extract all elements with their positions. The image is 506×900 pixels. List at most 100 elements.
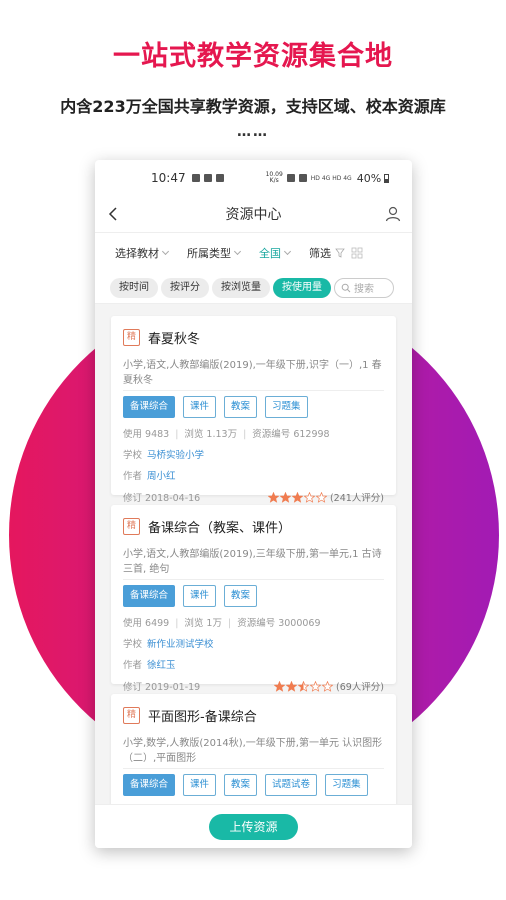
status-time: 10:47: [151, 171, 186, 185]
featured-badge: 精: [123, 517, 140, 535]
card-rating: (69人评分): [273, 679, 384, 693]
star-full-icon: [279, 491, 291, 503]
card-description: 小学,语文,人教部编版(2019),一年级下册,识字（一）,1 春夏秋冬: [123, 358, 384, 391]
card-school: 学校 新作业测试学校: [123, 636, 384, 650]
notification-icon: [203, 174, 212, 182]
resource-code: 资源编号 3000069: [237, 618, 321, 629]
star-empty-icon: [321, 680, 333, 692]
resource-card[interactable]: 精 春夏秋冬 小学,语文,人教部编版(2019),一年级下册,识字（一）,1 春…: [111, 316, 396, 504]
use-count: 使用 6499: [123, 618, 170, 629]
funnel-icon: [335, 248, 345, 258]
use-count: 使用 9483: [123, 429, 170, 440]
sort-bar: 按时间 按评分 按浏览量 按使用量 搜索: [95, 272, 412, 304]
phone-screen: 10:47 10.09 K/s HD 4G HD 4G 40% 资源中心 选择教…: [95, 160, 412, 848]
revised-date: 修订 2019-01-19: [123, 682, 201, 693]
upload-button[interactable]: 上传资源: [209, 813, 298, 840]
sort-by-rating[interactable]: 按评分: [161, 277, 209, 298]
filter-type-label: 所属类型: [187, 246, 231, 260]
star-full-icon: [291, 491, 303, 503]
wifi-icon: [298, 174, 307, 182]
view-count: 浏览 1.13万: [184, 429, 238, 440]
promo-dots: ……: [237, 124, 269, 140]
type-button-lesson-plan[interactable]: 教案: [224, 396, 258, 418]
card-description: 小学,语文,人教部编版(2019),三年级下册,第一单元,1 古诗三首, 绝句: [123, 547, 384, 580]
promo-subline: 内含223万全国共享教学资源，支持区域、校本资源库: [60, 97, 446, 116]
search-icon: [341, 283, 351, 292]
status-bar: 10:47 10.09 K/s HD 4G HD 4G 40%: [95, 160, 412, 196]
image-icon: [215, 174, 224, 182]
school-label: 学校: [123, 450, 143, 461]
page-title: 资源中心: [225, 207, 282, 223]
author-label: 作者: [123, 660, 143, 671]
card-type-buttons: 备课综合 课件 教案 习题集: [123, 396, 384, 418]
resource-code: 资源编号 612998: [252, 429, 330, 440]
type-button-courseware[interactable]: 课件: [183, 396, 217, 418]
author-label: 作者: [123, 471, 143, 482]
school-link[interactable]: 马桥实验小学: [147, 450, 204, 461]
nav-bar: 资源中心: [95, 196, 412, 232]
type-button-courseware[interactable]: 课件: [183, 585, 217, 607]
featured-badge: 精: [123, 328, 140, 346]
filter-textbook-label: 选择教材: [115, 246, 159, 260]
card-author: 作者 徐红玉: [123, 657, 384, 671]
filter-type[interactable]: 所属类型: [187, 245, 242, 261]
type-button-lesson-plan[interactable]: 教案: [224, 585, 258, 607]
filter-region-label: 全国: [259, 246, 281, 260]
school-link[interactable]: 新作业测试学校: [147, 639, 214, 650]
battery-level: 40%: [356, 171, 382, 185]
network-speed: 10.09 K/s: [266, 172, 283, 184]
author-link[interactable]: 周小红: [147, 471, 176, 482]
revised-date: 修订 2018-04-16: [123, 493, 201, 504]
search-input[interactable]: 搜索: [334, 277, 394, 298]
promo-headline: 一站式教学资源集合地: [113, 41, 393, 72]
grid-view-icon[interactable]: [351, 247, 363, 259]
card-title[interactable]: 春夏秋冬: [148, 328, 200, 347]
rating-count: (69人评分): [335, 682, 384, 693]
type-button-exercises[interactable]: 习题集: [325, 774, 368, 796]
bottom-bar: 上传资源: [95, 804, 412, 848]
chevron-left-icon[interactable]: [105, 205, 123, 223]
speed-unit: K/s: [269, 177, 279, 184]
star-full-icon: [285, 680, 297, 692]
type-button-lesson-plan[interactable]: 教案: [224, 774, 258, 796]
filter-bar: 选择教材 所属类型 全国 筛选: [95, 232, 412, 272]
type-button-courseware[interactable]: 课件: [183, 774, 217, 796]
card-description: 小学,数学,人教版(2014秋),一年级下册,第一单元 认识图形（二）,平面图形: [123, 736, 384, 769]
card-rating: (241人评分): [267, 490, 384, 504]
card-title[interactable]: 备课综合（教案、课件）: [148, 517, 291, 536]
sort-by-views[interactable]: 按浏览量: [212, 277, 270, 298]
author-link[interactable]: 徐红玉: [147, 660, 176, 671]
star-half-icon: [297, 680, 309, 692]
card-stats: 使用 6499 | 浏览 1万 | 资源编号 3000069: [123, 618, 321, 629]
filter-screen-label: 筛选: [309, 246, 331, 260]
star-empty-icon: [309, 680, 321, 692]
network-type: HD 4G HD 4G: [310, 174, 352, 182]
rating-stars: [267, 491, 328, 503]
promo-page: 一站式教学资源集合地 内含223万全国共享教学资源，支持区域、校本资源库 …… …: [0, 0, 506, 900]
type-button-prep[interactable]: 备课综合: [123, 585, 176, 607]
chevron-down-icon: [233, 247, 242, 255]
star-full-icon: [267, 491, 279, 503]
type-button-prep[interactable]: 备课综合: [123, 396, 176, 418]
card-type-buttons: 备课综合 课件 教案: [123, 585, 384, 607]
sort-by-usage[interactable]: 按使用量: [273, 277, 331, 298]
star-full-icon: [273, 680, 285, 692]
filter-region[interactable]: 全国: [259, 245, 292, 261]
resource-card[interactable]: 精 备课综合（教案、课件） 小学,语文,人教部编版(2019),三年级下册,第一…: [111, 505, 396, 693]
card-stats: 使用 9483 | 浏览 1.13万 | 资源编号 612998: [123, 429, 330, 440]
type-button-prep[interactable]: 备课综合: [123, 774, 176, 796]
featured-badge: 精: [123, 706, 140, 724]
type-button-exercises[interactable]: 习题集: [265, 396, 308, 418]
type-button-test-paper[interactable]: 试题试卷: [265, 774, 318, 796]
user-icon[interactable]: [384, 205, 402, 223]
alarm-icon: [286, 174, 295, 182]
rating-stars: [273, 680, 334, 692]
filter-textbook[interactable]: 选择教材: [115, 245, 170, 261]
search-placeholder: 搜索: [354, 284, 374, 295]
card-title[interactable]: 平面图形-备课综合: [148, 706, 257, 725]
filter-screen[interactable]: 筛选: [309, 245, 363, 261]
star-empty-icon: [303, 491, 315, 503]
sort-by-time[interactable]: 按时间: [110, 277, 158, 298]
card-author: 作者 周小红: [123, 468, 384, 482]
rating-count: (241人评分): [329, 493, 384, 504]
